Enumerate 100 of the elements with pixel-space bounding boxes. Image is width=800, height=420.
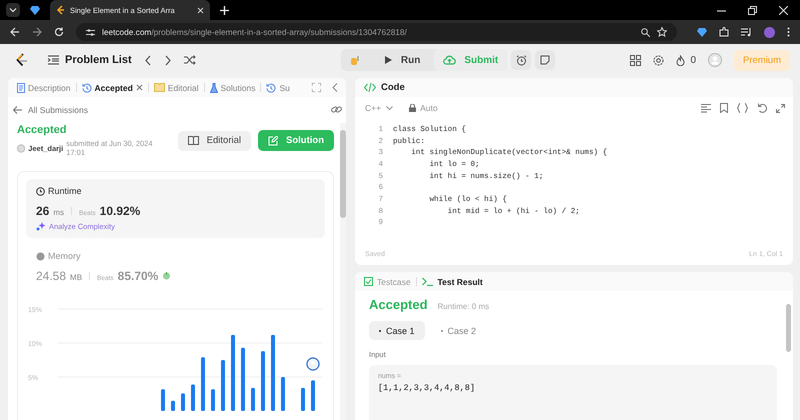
new-tab-icon[interactable] — [220, 6, 229, 14]
chart-bar — [301, 388, 305, 411]
user-avatar-icon — [17, 144, 26, 152]
input-value: [1,1,2,3,3,4,4,8,8] — [378, 383, 476, 393]
braces-icon[interactable] — [737, 103, 748, 113]
back-icon[interactable] — [10, 27, 20, 37]
collapse-icon[interactable] — [332, 83, 338, 92]
star-icon[interactable] — [657, 27, 667, 37]
shuffle-icon[interactable] — [184, 55, 196, 65]
alarm-button[interactable] — [511, 50, 532, 70]
console-tab[interactable]: Testcase — [364, 276, 411, 286]
caret-icon — [9, 6, 17, 14]
gem-icon[interactable] — [697, 27, 707, 37]
list-icon — [48, 55, 59, 65]
checkbox-icon — [364, 277, 373, 286]
case-tab[interactable]: Case 2 — [430, 321, 486, 340]
chart-bar — [161, 389, 165, 411]
link-icon[interactable] — [331, 105, 342, 114]
all-submissions-link[interactable]: All Submissions — [13, 104, 88, 114]
editorial-button[interactable]: Editorial — [178, 130, 251, 150]
history-icon — [266, 82, 276, 92]
leetcode-logo-icon[interactable] — [15, 52, 28, 68]
stat-value: 24.58 — [36, 269, 66, 283]
fullscreen-icon[interactable] — [312, 83, 321, 92]
back-arrow-icon — [13, 106, 22, 114]
panel-tab[interactable]: Description — [17, 82, 71, 92]
stat-unit: ms — [53, 208, 64, 217]
terminal-icon — [422, 277, 434, 286]
cloud-upload-icon — [443, 55, 456, 65]
tab-search-button[interactable] — [6, 3, 20, 17]
close-icon[interactable] — [197, 6, 204, 14]
chart-bar — [241, 348, 245, 411]
submit-button[interactable]: Submit — [434, 49, 508, 71]
menu-icon[interactable] — [787, 27, 790, 37]
scrollbar-thumb[interactable] — [340, 130, 346, 218]
chart-bar — [251, 388, 255, 411]
chart-bar — [311, 380, 315, 411]
expand-icon[interactable] — [776, 104, 785, 112]
leetcode-favicon-icon — [56, 5, 65, 15]
note-icon — [540, 55, 550, 65]
bookmark-icon[interactable] — [720, 103, 728, 113]
chart-bar — [261, 351, 265, 411]
panel-tab[interactable]: Accepted — [82, 82, 143, 92]
sparkle-icon — [36, 222, 46, 231]
leaf-icon — [162, 271, 172, 280]
beats-percent: 10.92% — [100, 204, 140, 218]
next-icon[interactable] — [164, 54, 172, 66]
gem-icon[interactable] — [30, 5, 40, 15]
edit-icon — [268, 136, 278, 146]
layout-icon[interactable] — [630, 54, 642, 66]
case-tab[interactable]: Case 1 — [369, 321, 425, 340]
premium-button[interactable]: Premium — [734, 50, 790, 70]
chart-bar — [211, 389, 215, 411]
chart-bar — [201, 357, 205, 411]
solution-button[interactable]: Solution — [258, 130, 334, 151]
stat-label: Runtime — [48, 186, 82, 196]
scrollbar-thumb[interactable] — [786, 304, 791, 352]
stat-unit: MB — [70, 273, 82, 282]
notes-button[interactable] — [535, 50, 556, 70]
panel-tab[interactable]: Solutions — [210, 82, 256, 92]
streak-counter[interactable]: 0 — [676, 54, 696, 66]
language-dropdown[interactable]: C++ — [365, 103, 394, 113]
console-tab[interactable]: Test Result — [422, 276, 483, 286]
stat-label: Memory — [48, 251, 81, 261]
chart-bar — [191, 384, 195, 411]
beats-percent: 85.70% — [118, 269, 158, 283]
settings-icon[interactable] — [653, 54, 664, 66]
profile-avatar[interactable] — [764, 26, 775, 38]
media-icon[interactable] — [741, 27, 752, 37]
flask-icon — [210, 82, 218, 92]
user-position-icon — [306, 357, 320, 371]
run-button[interactable]: Run — [370, 49, 434, 71]
play-icon — [384, 55, 393, 65]
restore-icon[interactable] — [748, 6, 757, 14]
alarm-clock-icon — [516, 54, 527, 66]
forward-icon[interactable] — [32, 27, 42, 37]
result-verdict: Accepted — [369, 297, 428, 312]
panel-tab[interactable]: Su — [266, 82, 290, 92]
panel-tab[interactable]: Editorial — [154, 82, 199, 92]
chart-bar — [171, 400, 175, 411]
panel-title: Code — [381, 82, 405, 93]
site-settings-icon[interactable] — [86, 28, 95, 36]
runtime-text: Runtime: 0 ms — [438, 302, 490, 311]
bug-icon — [350, 54, 361, 66]
reload-icon[interactable] — [54, 27, 64, 37]
chart-bar — [181, 393, 185, 411]
previous-icon[interactable] — [144, 54, 152, 66]
book-icon — [188, 136, 199, 145]
zoom-icon[interactable] — [641, 28, 650, 36]
auto-mode-toggle[interactable]: Auto — [409, 103, 438, 113]
clock-icon — [36, 186, 45, 196]
chart-bar — [221, 360, 225, 411]
address-field[interactable]: leetcode.com/problems/single-element-in-a-sorted-array/submissions/1304762818/ — [76, 23, 677, 41]
document-icon — [17, 82, 25, 92]
reset-icon[interactable] — [757, 103, 767, 113]
extensions-icon[interactable] — [719, 27, 729, 37]
chart-bar — [281, 377, 285, 411]
format-icon[interactable] — [701, 104, 711, 112]
problem-list-link[interactable]: Problem List — [48, 54, 132, 66]
history-icon — [82, 82, 92, 92]
